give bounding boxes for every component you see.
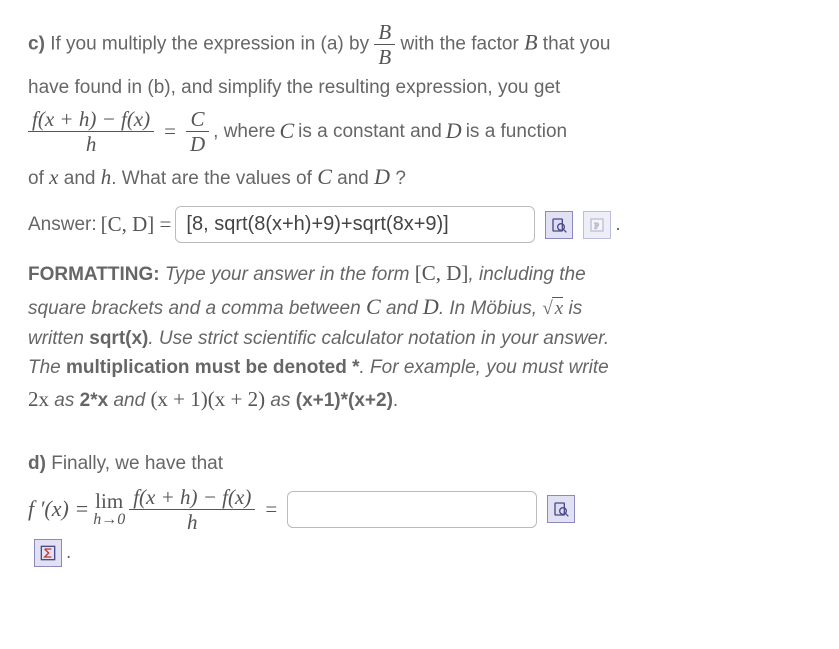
frac-num: f(x + h) − f(x) [32,107,150,131]
text: and [337,168,369,189]
fraction-c-over-d: C D [186,107,209,156]
math-2x: 2x [28,387,49,411]
text: . What are the values of [111,168,312,189]
text: written [28,328,84,349]
formatting-note: FORMATTING: Type your answer in the form… [28,257,811,415]
var-c: C [317,164,332,189]
text: is a function [466,117,567,146]
preview-icon[interactable] [545,211,573,239]
var-d: D [446,114,462,148]
text: square brackets and a comma between [28,298,361,319]
answer-lhs: [C, D] = [101,208,172,241]
text: is [568,298,582,319]
text-2x: 2*x [80,390,109,411]
frac-den: B [378,45,391,69]
var-h: h [101,165,112,189]
text: have found in (b), and simplify the resu… [28,77,560,98]
part-c-label: c) [28,34,45,55]
text: with the factor [401,34,519,55]
text: is a constant and [298,117,442,146]
lim-bot: h→0 [93,511,125,528]
text: Type your answer in the form [165,264,410,285]
frac-den: h [86,132,97,156]
answer-label: Answer: [28,210,97,239]
var-c: C [366,294,381,319]
cd-bracket: [C, D] [415,261,469,285]
math-product: (x + 1)(x + 2) [150,387,265,411]
frac-den: D [190,132,205,156]
equals: = [164,115,176,148]
text: . In Möbius, [439,298,537,319]
sqrt-text: sqrt(x) [89,328,148,349]
var-b: B [524,30,537,55]
period: . [66,538,71,567]
difference-quotient: f(x + h) − f(x) h [129,485,255,534]
text: as [54,390,74,411]
text: , where [213,117,275,146]
text: that you [543,34,611,55]
lim-top: lim [93,490,125,512]
var-d: D [423,294,439,319]
difference-quotient: f(x + h) − f(x) h [28,107,154,156]
text: . For example, you must write [360,357,609,378]
text: , including the [468,264,585,285]
period: . [615,210,620,239]
frac-den: h [187,510,198,534]
fraction-b-over-b: B B [374,20,395,69]
var-d: D [374,164,390,189]
text: . [393,390,398,411]
formatting-heading: FORMATTING: [28,264,160,285]
sigma-icon[interactable] [34,539,62,567]
preview-icon[interactable] [547,495,575,523]
text: Finally, we have that [51,453,223,474]
text: and [113,390,145,411]
var-c: C [279,114,294,148]
text: . Use strict scientific calculator notat… [148,328,609,349]
f-prime: f ′(x) = [28,492,89,526]
answer-input-d[interactable] [287,491,537,528]
text: as [270,390,290,411]
text: of [28,168,44,189]
mult-rule: multiplication must be denoted * [66,357,359,378]
part-c: c) If you multiply the expression in (a)… [28,20,811,415]
plot-icon: P [583,211,611,239]
svg-text:P: P [595,221,600,230]
limit: lim h→0 [93,490,125,529]
equals: = [265,493,277,526]
answer-input-c[interactable] [175,206,535,243]
frac-num: B [378,20,391,44]
text: If you multiply the expression in (a) by [50,34,369,55]
sqrt-x-math: x [542,294,563,323]
sqrt-inner: x [553,298,563,319]
frac-num: C [191,107,205,131]
part-d-label: d) [28,453,46,474]
text: The [28,357,61,378]
text: ? [395,168,406,189]
text: and [64,168,96,189]
text-product: (x+1)*(x+2) [296,390,393,411]
frac-num: f(x + h) − f(x) [133,485,251,509]
part-d: d) Finally, we have that f ′(x) = lim h→… [28,449,811,567]
var-x: x [49,165,58,189]
text: and [386,298,418,319]
